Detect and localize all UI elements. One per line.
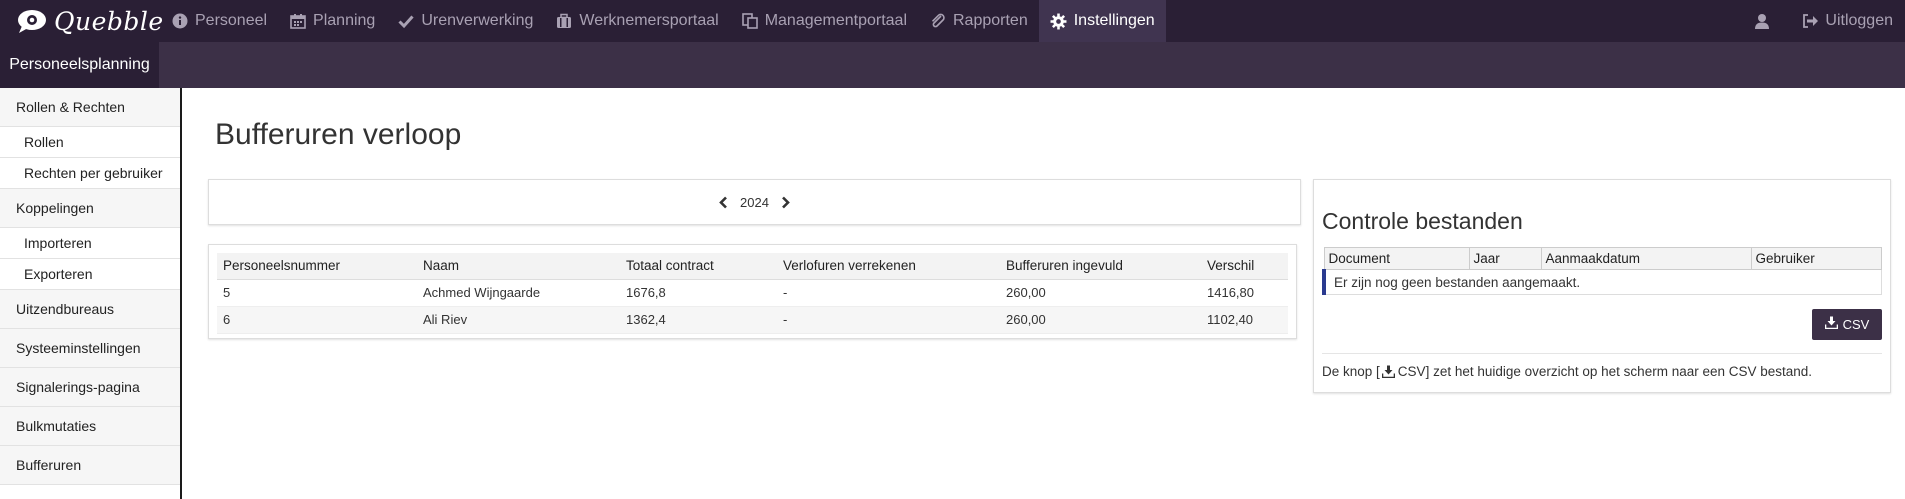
cell-verlofuren-verrekenen: - bbox=[777, 306, 1000, 334]
paperclip-icon bbox=[929, 12, 947, 30]
sidebar-subitem-rechten-per-gebruiker[interactable]: Rechten per gebruiker bbox=[0, 158, 180, 189]
controle-bestanden-panel: Controle bestanden Document Jaar Aanmaak… bbox=[1313, 179, 1891, 393]
user-icon bbox=[1753, 12, 1771, 30]
download-icon bbox=[1382, 365, 1396, 378]
csv-button-row: CSV bbox=[1322, 295, 1882, 353]
column-header-verlofuren-verrekenen[interactable]: Verlofuren verrekenen bbox=[777, 253, 1000, 280]
page-title: Bufferuren verloop bbox=[215, 118, 462, 151]
nav-item-managementportaal[interactable]: Managementportaal bbox=[730, 0, 918, 42]
year-selector: 2024 bbox=[208, 179, 1301, 225]
note-prefix: De knop [ bbox=[1322, 364, 1380, 379]
copy-icon bbox=[741, 12, 759, 30]
gear-icon bbox=[1050, 12, 1068, 30]
sidebar-subitem-importeren[interactable]: Importeren bbox=[0, 228, 180, 259]
logout-label: Uitloggen bbox=[1825, 12, 1893, 29]
nav-label: Planning bbox=[313, 12, 376, 29]
module-bar: Personeelsplanning bbox=[0, 42, 1905, 88]
cell-naam: Achmed Wijngaarde bbox=[417, 279, 620, 307]
cell-verschil: 1416,80 bbox=[1201, 279, 1288, 307]
column-header-verschil[interactable]: Verschil bbox=[1201, 253, 1288, 280]
column-header-personeelsnummer[interactable]: Personeelsnummer bbox=[217, 253, 417, 280]
cell-personeelsnummer: 6 bbox=[217, 306, 417, 334]
column-header-jaar[interactable]: Jaar bbox=[1468, 247, 1542, 270]
nav-item-urenverwerking[interactable]: Urenverwerking bbox=[386, 0, 544, 42]
column-header-aanmaakdatum[interactable]: Aanmaakdatum bbox=[1540, 247, 1752, 270]
empty-row: Er zijn nog geen bestanden aangemaakt. bbox=[1322, 269, 1882, 295]
sidebar-item-bulkmutaties[interactable]: Bulkmutaties bbox=[0, 407, 180, 446]
top-navigation-bar: Quebble Personeel Planning Urenverwerkin… bbox=[0, 0, 1905, 42]
cell-naam: Ali Riev bbox=[417, 306, 620, 334]
brand-name: Quebble bbox=[54, 6, 164, 36]
cell-totaal-contract: 1676,8 bbox=[620, 279, 777, 307]
nav-item-personeel[interactable]: Personeel bbox=[160, 0, 278, 42]
bufferuren-table: Personeelsnummer Naam Totaal contract Ve… bbox=[217, 253, 1288, 334]
csv-button-label: CSV bbox=[1842, 316, 1870, 332]
user-profile-button[interactable] bbox=[1741, 0, 1789, 42]
nav-label: Rapporten bbox=[953, 12, 1028, 29]
sidebar-subitem-exporteren[interactable]: Exporteren bbox=[0, 259, 180, 290]
calendar-icon bbox=[289, 12, 307, 30]
nav-label: Instellingen bbox=[1073, 12, 1155, 29]
cell-personeelsnummer: 5 bbox=[217, 279, 417, 307]
info-icon bbox=[171, 12, 189, 30]
column-header-totaal-contract[interactable]: Totaal contract bbox=[620, 253, 777, 280]
table-header-row: Personeelsnummer Naam Totaal contract Ve… bbox=[217, 253, 1288, 280]
panel-title: Controle bestanden bbox=[1322, 208, 1523, 234]
sidebar-item-bufferuren[interactable]: Bufferuren bbox=[0, 446, 180, 485]
nav-label: Urenverwerking bbox=[421, 12, 534, 29]
csv-download-button[interactable]: CSV bbox=[1812, 308, 1882, 340]
column-header-naam[interactable]: Naam bbox=[417, 253, 620, 280]
sidebar-item-uitzendbureaus[interactable]: Uitzendbureaus bbox=[0, 290, 180, 329]
sidebar-subitem-rollen[interactable]: Rollen bbox=[0, 127, 180, 158]
table-row[interactable]: 5 Achmed Wijngaarde 1676,8 - 260,00 1416… bbox=[217, 279, 1288, 307]
bufferuren-table-panel: Personeelsnummer Naam Totaal contract Ve… bbox=[208, 244, 1297, 339]
nav-label: Managementportaal bbox=[764, 12, 907, 29]
brand-logo[interactable]: Quebble bbox=[0, 0, 163, 42]
column-header-gebruiker[interactable]: Gebruiker bbox=[1750, 247, 1882, 270]
csv-help-text: De knop [ CSV ] zet het huidige overzich… bbox=[1322, 353, 1882, 379]
cell-verschil: 1102,40 bbox=[1201, 306, 1288, 334]
note-suffix: ] zet het huidige overzicht op het scher… bbox=[1425, 364, 1813, 379]
table-header-row: Document Jaar Aanmaakdatum Gebruiker bbox=[1323, 247, 1882, 270]
sign-out-icon bbox=[1801, 12, 1819, 30]
nav-label: Personeel bbox=[195, 12, 268, 29]
current-year: 2024 bbox=[740, 194, 769, 210]
speech-bubble-logo-icon bbox=[16, 8, 50, 34]
cell-totaal-contract: 1362,4 bbox=[620, 306, 777, 334]
sidebar-item-rollen-rechten[interactable]: Rollen & Rechten bbox=[0, 88, 180, 127]
column-header-document[interactable]: Document bbox=[1323, 247, 1470, 270]
main-menu: Personeel Planning Urenverwerking Werkne… bbox=[160, 0, 1166, 42]
briefcase-icon bbox=[555, 12, 573, 30]
previous-year-chevron-left-icon[interactable] bbox=[716, 195, 730, 209]
sidebar-item-koppelingen[interactable]: Koppelingen bbox=[0, 189, 180, 228]
sidebar-item-signalerings-pagina[interactable]: Signalerings-pagina bbox=[0, 368, 180, 407]
module-title[interactable]: Personeelsplanning bbox=[0, 42, 159, 88]
user-menu: Uitloggen bbox=[1741, 0, 1905, 42]
files-table: Document Jaar Aanmaakdatum Gebruiker Er … bbox=[1322, 247, 1882, 295]
check-icon bbox=[397, 12, 415, 30]
cell-verlofuren-verrekenen: - bbox=[777, 279, 1000, 307]
nav-label: Werknemersportaal bbox=[579, 12, 719, 29]
logout-button[interactable]: Uitloggen bbox=[1789, 0, 1905, 42]
nav-item-planning[interactable]: Planning bbox=[278, 0, 386, 42]
nav-item-werknemersportaal[interactable]: Werknemersportaal bbox=[544, 0, 729, 42]
settings-sidebar: Rollen & Rechten Rollen Rechten per gebr… bbox=[0, 88, 182, 499]
download-icon bbox=[1824, 316, 1838, 332]
next-year-chevron-right-icon[interactable] bbox=[779, 195, 793, 209]
cell-bufferuren-ingevuld: 260,00 bbox=[1000, 306, 1201, 334]
cell-bufferuren-ingevuld: 260,00 bbox=[1000, 279, 1201, 307]
nav-item-instellingen[interactable]: Instellingen bbox=[1038, 0, 1166, 42]
table-row[interactable]: 6 Ali Riev 1362,4 - 260,00 1102,40 bbox=[217, 306, 1288, 334]
empty-message: Er zijn nog geen bestanden aangemaakt. bbox=[1322, 269, 1882, 295]
nav-item-rapporten[interactable]: Rapporten bbox=[918, 0, 1039, 42]
note-button-text: CSV bbox=[1397, 364, 1426, 379]
sidebar-item-systeeminstellingen[interactable]: Systeeminstellingen bbox=[0, 329, 180, 368]
column-header-bufferuren-ingevuld[interactable]: Bufferuren ingevuld bbox=[1000, 253, 1201, 280]
